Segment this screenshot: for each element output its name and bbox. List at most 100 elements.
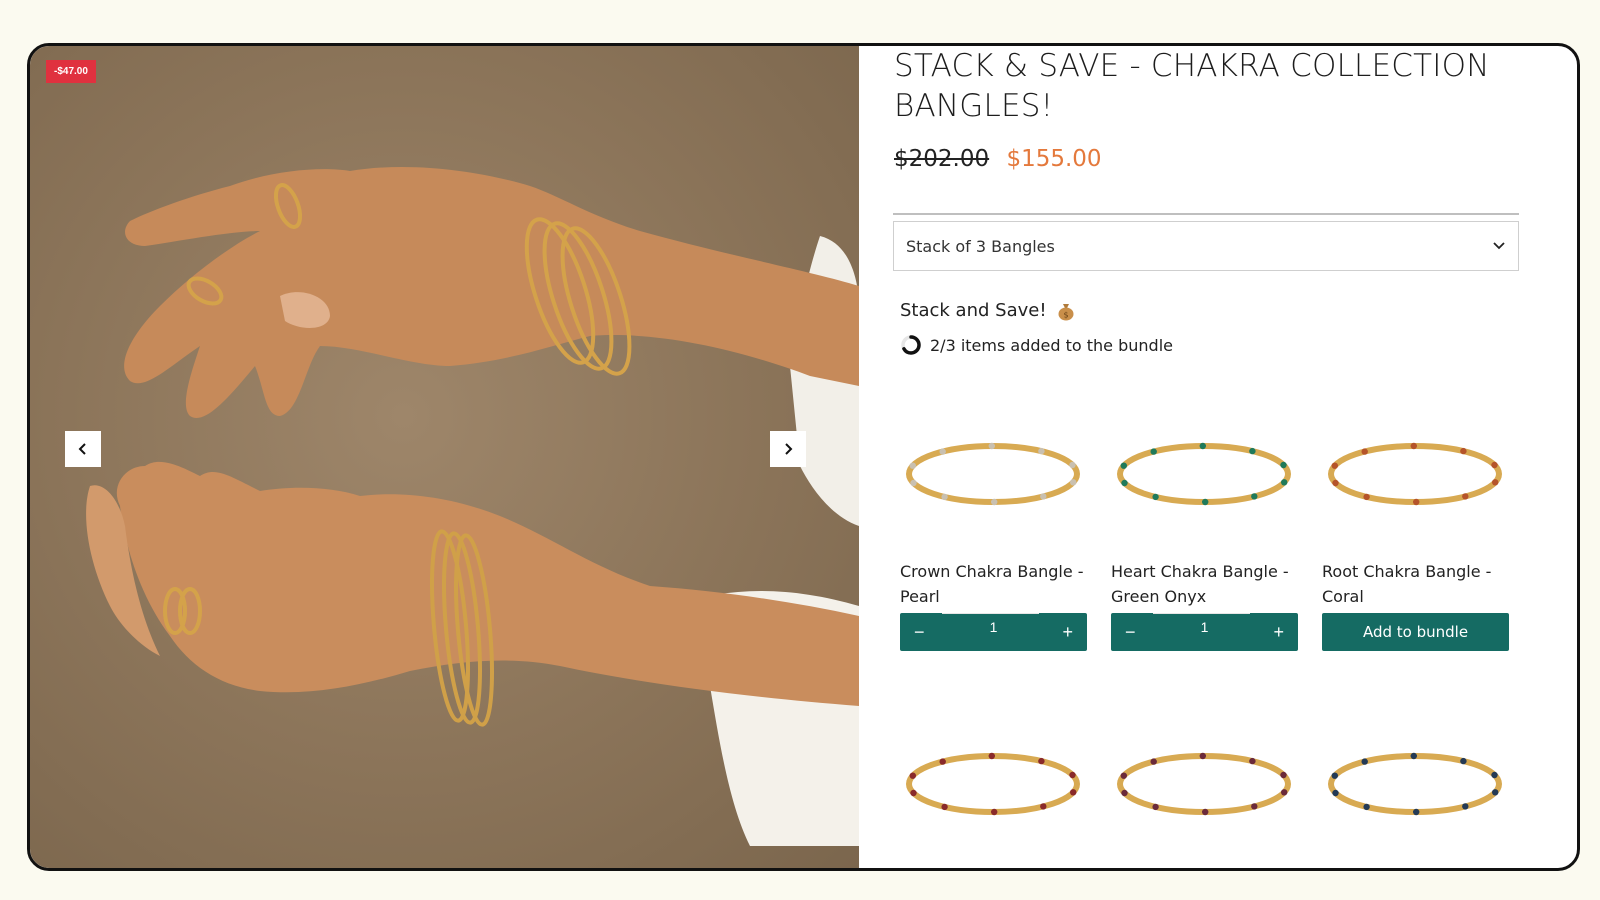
bangle-stone (1280, 461, 1287, 468)
sale-price: $155.00 (1006, 146, 1102, 172)
bangle-stone (1069, 461, 1076, 468)
product-card (1111, 706, 1301, 861)
bangle-stone (1038, 447, 1045, 454)
product-image[interactable] (1111, 396, 1297, 551)
discount-badge: -$47.00 (46, 60, 96, 83)
bundle-heading-text: Stack and Save! (900, 300, 1047, 321)
price-block: $202.00 $155.00 (894, 146, 1102, 172)
bangle-stone (988, 752, 995, 759)
product-card (1322, 706, 1512, 861)
divider (893, 213, 1519, 215)
bangle-stone (909, 772, 916, 779)
bangle-stone (1249, 447, 1256, 454)
bangle-stone (1492, 478, 1499, 485)
product-image[interactable] (1111, 706, 1297, 861)
product-title: STACK & SAVE - CHAKRA COLLECTION BANGLES… (894, 48, 1490, 124)
bangle-stone (1150, 757, 1157, 765)
product-card: Root Chakra Bangle - Coral Add to bundle (1322, 396, 1512, 651)
svg-text:$: $ (1063, 310, 1068, 319)
quantity-stepper[interactable]: − 1 + (900, 613, 1087, 651)
bangle-stone (941, 493, 948, 500)
product-card: Heart Chakra Bangle - Green Onyx − 1 + (1111, 396, 1301, 651)
bangle-stone (1120, 772, 1127, 779)
increase-button[interactable]: + (1062, 622, 1073, 643)
bangle-stone (909, 462, 916, 469)
add-to-bundle-button[interactable]: Add to bundle (1322, 613, 1509, 651)
variant-select[interactable]: Stack of 3 Bangles (893, 221, 1519, 271)
bangle-stone (1363, 493, 1370, 500)
bangle-image (1117, 752, 1291, 815)
product-photo (86, 166, 859, 846)
bangle-stone (1280, 771, 1287, 778)
bangle-stone (1152, 493, 1159, 500)
bangle-stone (1251, 492, 1258, 500)
bangle-stone (991, 808, 998, 815)
bangle-stone (1460, 447, 1467, 454)
gallery-prev-button[interactable] (65, 431, 101, 467)
bangle-stone (1332, 789, 1339, 796)
bangle-stone (1281, 788, 1288, 795)
quantity-value[interactable]: 1 (942, 613, 1038, 635)
bangle-stone (1040, 802, 1047, 810)
bangle-stone (939, 447, 946, 455)
bangle-stone (1202, 808, 1209, 815)
bangle-stone (1152, 803, 1159, 810)
decrease-button[interactable]: − (914, 622, 925, 643)
bangle-stone (1491, 461, 1498, 468)
bangle-stone (1332, 479, 1339, 486)
bangle-stone (991, 498, 998, 505)
gallery-next-button[interactable] (770, 431, 806, 467)
bangle-stone (1199, 442, 1206, 449)
quantity-stepper[interactable]: − 1 + (1111, 613, 1298, 651)
bangle-stone (1069, 771, 1076, 778)
product-info: STACK & SAVE - CHAKRA COLLECTION BANGLES… (862, 46, 1577, 868)
bangle-stone (1120, 462, 1127, 469)
progress-ring-icon (901, 335, 921, 355)
bangle-stone (1361, 757, 1368, 765)
bangle-stone (1070, 478, 1077, 485)
bangle-stone (1150, 447, 1157, 455)
bangle-stone (1040, 492, 1047, 500)
bangle-stone (1038, 757, 1045, 764)
increase-button[interactable]: + (1273, 622, 1284, 643)
product-card (900, 706, 1090, 861)
bangle-stone (1202, 498, 1209, 505)
product-image[interactable] (1322, 396, 1508, 551)
bangle-image (906, 752, 1080, 815)
bangle-stone (1491, 771, 1498, 778)
bangle-stone (1363, 803, 1370, 810)
bangle-stone (1281, 478, 1288, 485)
bangle-stone (1492, 788, 1499, 795)
product-image[interactable] (1322, 706, 1508, 861)
bangle-stone (910, 479, 917, 486)
chevron-right-icon (785, 443, 793, 455)
decrease-button[interactable]: − (1125, 622, 1136, 643)
bangle-stone (1413, 498, 1420, 505)
bangle-stone (988, 442, 995, 449)
money-bag-icon: $ (1058, 303, 1074, 320)
bangle-stone (1462, 802, 1469, 810)
bangle-stone (941, 803, 948, 810)
bangle-image (1117, 442, 1291, 505)
bangle-image (906, 442, 1080, 505)
bangle-stone (1460, 757, 1467, 764)
bangle-stone (1331, 772, 1338, 779)
bangle-stone (1249, 757, 1256, 764)
quantity-value[interactable]: 1 (1153, 613, 1249, 635)
chevron-down-icon (1493, 242, 1505, 250)
bangle-stone (1462, 492, 1469, 500)
product-image[interactable] (900, 706, 1086, 861)
product-image[interactable] (900, 396, 1086, 551)
bangle-stone (1070, 788, 1077, 795)
bangle-stone (1121, 789, 1128, 796)
product-gallery[interactable]: -$47.00 (30, 46, 859, 868)
bundle-progress: 2/3 items added to the bundle (900, 334, 1173, 356)
compare-at-price: $202.00 (894, 146, 990, 172)
bangle-stone (1361, 447, 1368, 455)
product-name: Root Chakra Bangle - Coral (1322, 562, 1492, 606)
bangle-stone (1413, 808, 1420, 815)
variant-selected-value: Stack of 3 Bangles (906, 236, 1055, 256)
bangle-stone (1410, 442, 1417, 449)
bangle-stone (939, 757, 946, 765)
bangle-stone (1410, 752, 1417, 759)
